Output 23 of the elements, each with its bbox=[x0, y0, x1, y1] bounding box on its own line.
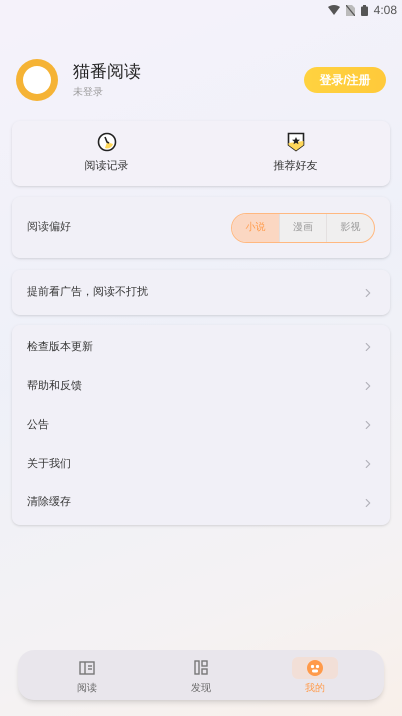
login-status: 未登录 bbox=[73, 86, 104, 100]
shortcut-button[interactable]: 推荐好友 bbox=[201, 121, 390, 186]
menu-item[interactable]: 关于我们 bbox=[12, 444, 390, 484]
menu-item[interactable]: 检查版本更新 bbox=[12, 328, 390, 367]
no-sim-icon bbox=[346, 4, 355, 16]
ad-row[interactable]: 提前看广告，阅读不打扰 bbox=[12, 270, 390, 315]
nav-tab[interactable]: 阅读 bbox=[30, 653, 144, 697]
preference-label: 阅读偏好 bbox=[27, 220, 72, 236]
shortcut-button[interactable]: 阅读记录 bbox=[12, 121, 201, 186]
book-icon bbox=[79, 660, 95, 674]
battery-icon bbox=[360, 4, 368, 16]
menu-item[interactable]: 清除缓存 bbox=[12, 483, 390, 522]
menu-item[interactable]: 帮助和反馈 bbox=[12, 366, 390, 406]
app-name: 猫番阅读 bbox=[73, 60, 142, 82]
wifi-icon bbox=[328, 5, 340, 15]
status-time: 4:08 bbox=[374, 2, 397, 19]
badge-star-icon bbox=[286, 132, 304, 152]
avatar bbox=[16, 59, 58, 101]
clock-icon bbox=[96, 132, 116, 152]
grid-icon bbox=[194, 660, 208, 675]
menu-item[interactable]: 公告 bbox=[12, 406, 390, 444]
nav-tab[interactable]: 发现 bbox=[144, 653, 258, 697]
face-icon bbox=[307, 660, 323, 676]
